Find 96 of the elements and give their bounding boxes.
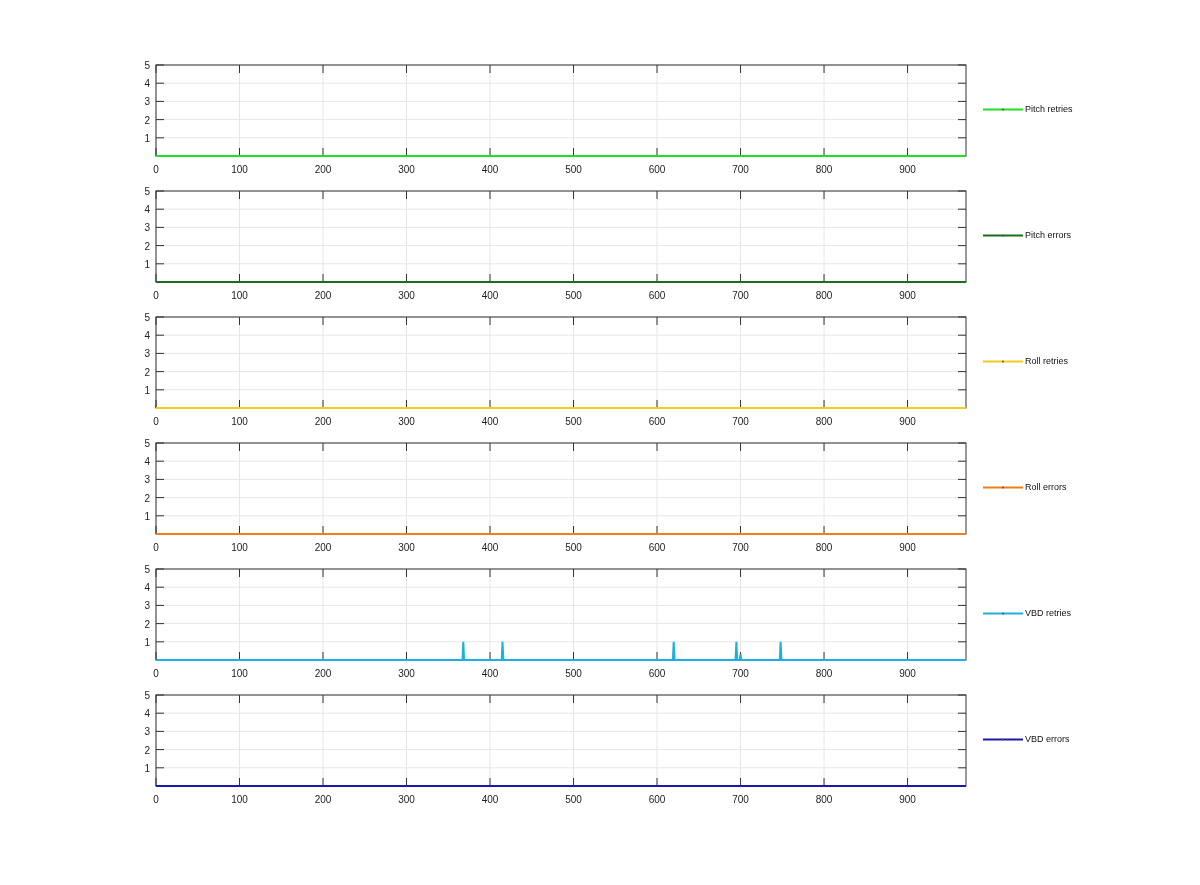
y-tick-label: 3 — [144, 600, 150, 612]
y-tick-label: 1 — [144, 258, 150, 270]
x-tick-label: 300 — [398, 542, 415, 553]
x-tick-label: 600 — [648, 416, 666, 427]
y-tick-label: 2 — [144, 366, 150, 378]
x-tick-label: 0 — [153, 164, 159, 175]
x-tick-label: 700 — [732, 290, 749, 301]
x-tick-label: 300 — [398, 290, 415, 301]
y-tick-label: 2 — [144, 492, 150, 504]
x-tick-label: 500 — [565, 794, 582, 805]
y-tick-label: 1 — [144, 510, 150, 522]
y-tick-label: 4 — [144, 78, 150, 90]
x-tick-label: 500 — [565, 164, 582, 175]
x-tick-label: 100 — [231, 794, 248, 805]
y-tick-label: 5 — [144, 60, 150, 71]
y-tick-label: 3 — [144, 222, 150, 234]
x-tick-label: 200 — [314, 668, 332, 679]
x-tick-label: 200 — [314, 542, 332, 553]
x-tick-label: 800 — [815, 542, 833, 553]
x-tick-label: 200 — [314, 416, 332, 427]
x-tick-label: 700 — [732, 542, 749, 553]
x-tick-label: 100 — [231, 290, 248, 301]
x-tick-label: 100 — [231, 668, 248, 679]
x-tick-label: 200 — [314, 794, 332, 805]
x-tick-label: 0 — [153, 668, 159, 679]
x-tick-label: 900 — [899, 164, 916, 175]
x-tick-label: 600 — [648, 164, 666, 175]
legend-label: Roll retries — [1025, 356, 1068, 366]
x-tick-label: 800 — [815, 290, 833, 301]
y-tick-label: 5 — [144, 438, 150, 449]
y-tick-label: 4 — [144, 708, 150, 720]
y-tick-label: 3 — [144, 348, 150, 360]
x-tick-label: 900 — [899, 290, 916, 301]
y-tick-label: 1 — [144, 762, 150, 774]
legend-label: Pitch errors — [1025, 230, 1071, 240]
y-tick-label: 5 — [144, 186, 150, 197]
x-tick-label: 400 — [481, 668, 499, 679]
y-tick-label: 4 — [144, 330, 150, 342]
x-tick-label: 900 — [899, 794, 916, 805]
x-tick-label: 300 — [398, 668, 415, 679]
x-tick-label: 400 — [481, 794, 499, 805]
legend-label: VBD retries — [1025, 608, 1071, 618]
y-tick-label: 3 — [144, 726, 150, 738]
y-tick-label: 3 — [144, 96, 150, 108]
x-tick-label: 500 — [565, 416, 582, 427]
x-tick-label: 800 — [815, 164, 833, 175]
x-tick-label: 700 — [732, 164, 749, 175]
x-tick-label: 300 — [398, 416, 415, 427]
y-tick-label: 1 — [144, 132, 150, 144]
x-tick-label: 0 — [153, 416, 159, 427]
x-tick-label: 400 — [481, 164, 499, 175]
x-tick-label: 900 — [899, 668, 916, 679]
x-tick-label: 600 — [648, 290, 666, 301]
x-tick-label: 200 — [314, 290, 332, 301]
x-tick-label: 700 — [732, 668, 749, 679]
x-tick-label: 800 — [815, 794, 833, 805]
x-tick-label: 100 — [231, 416, 248, 427]
y-tick-label: 2 — [144, 240, 150, 252]
x-tick-label: 300 — [398, 164, 415, 175]
x-tick-label: 200 — [314, 164, 332, 175]
x-tick-label: 0 — [153, 290, 159, 301]
x-tick-label: 400 — [481, 290, 499, 301]
x-tick-label: 500 — [565, 542, 582, 553]
legend-label: VBD errors — [1025, 734, 1070, 744]
x-tick-label: 800 — [815, 416, 833, 427]
x-tick-label: 900 — [899, 542, 916, 553]
y-tick-label: 5 — [144, 690, 150, 701]
y-tick-label: 4 — [144, 456, 150, 468]
y-tick-label: 2 — [144, 618, 150, 630]
y-tick-label: 4 — [144, 204, 150, 216]
x-tick-label: 700 — [732, 416, 749, 427]
x-tick-label: 700 — [732, 794, 749, 805]
y-tick-label: 4 — [144, 582, 150, 594]
y-tick-label: 5 — [144, 312, 150, 323]
x-tick-label: 600 — [648, 542, 666, 553]
x-tick-label: 100 — [231, 542, 248, 553]
x-tick-label: 0 — [153, 794, 159, 805]
y-tick-label: 1 — [144, 636, 150, 648]
legend-label: Pitch retries — [1025, 104, 1073, 114]
x-tick-label: 500 — [565, 290, 582, 301]
x-tick-label: 400 — [481, 416, 499, 427]
x-tick-label: 0 — [153, 542, 159, 553]
x-tick-label: 600 — [648, 794, 666, 805]
x-tick-label: 100 — [231, 164, 248, 175]
x-tick-label: 400 — [481, 542, 499, 553]
y-tick-label: 3 — [144, 474, 150, 486]
x-tick-label: 900 — [899, 416, 916, 427]
y-tick-label: 2 — [144, 744, 150, 756]
y-tick-label: 2 — [144, 114, 150, 126]
y-tick-label: 5 — [144, 564, 150, 575]
x-tick-label: 600 — [648, 668, 666, 679]
y-tick-label: 1 — [144, 384, 150, 396]
x-tick-label: 500 — [565, 668, 582, 679]
x-tick-label: 800 — [815, 668, 833, 679]
legend-label: Roll errors — [1025, 482, 1067, 492]
x-tick-label: 300 — [398, 794, 415, 805]
